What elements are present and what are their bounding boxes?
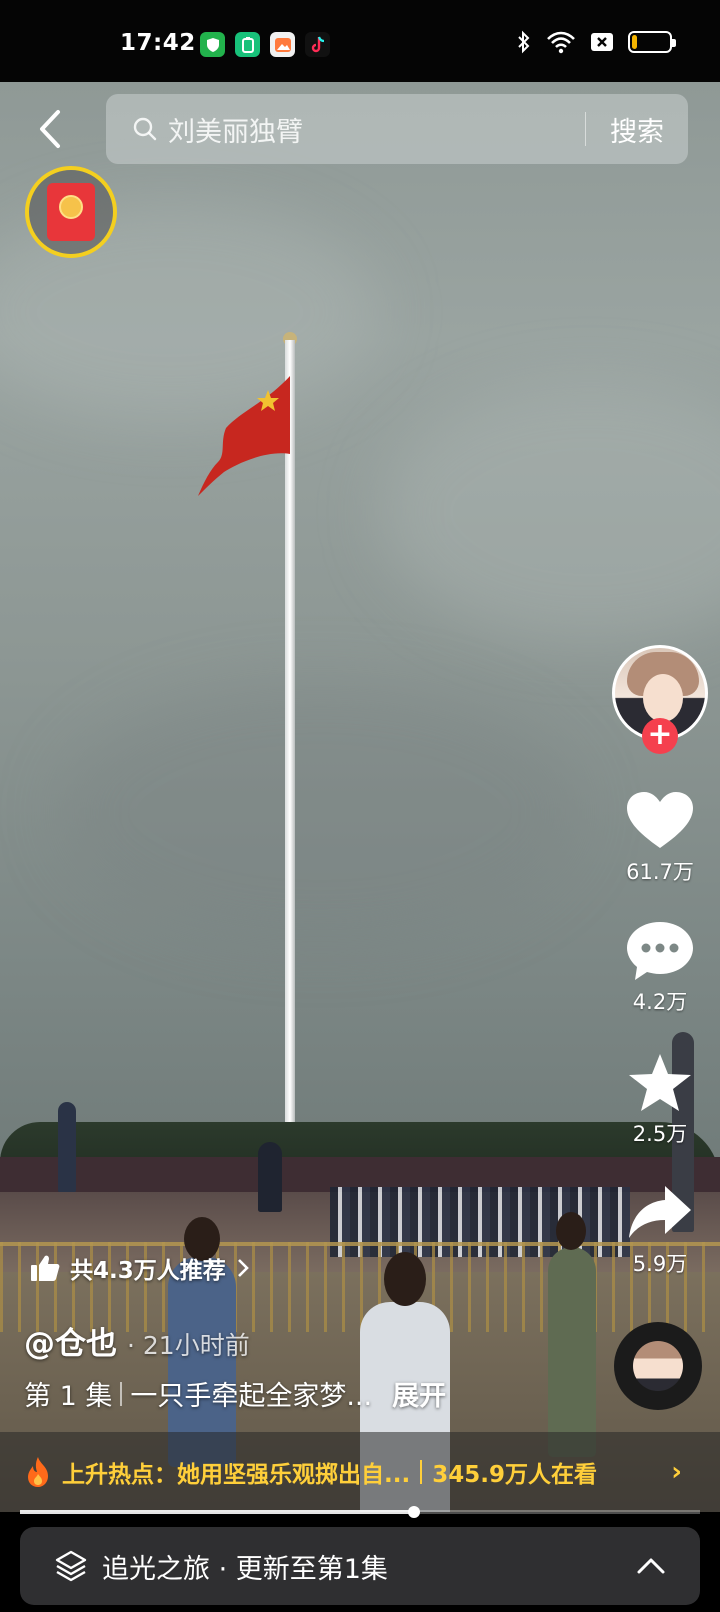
hot-topic-prefix: 上升热点： bbox=[62, 1462, 177, 1488]
series-title: 追光之旅 · 更新至第1集 bbox=[102, 1553, 388, 1585]
status-bar: 17:42 bbox=[0, 0, 720, 82]
description-divider bbox=[120, 1381, 123, 1406]
guard bbox=[258, 1142, 282, 1212]
chevron-up-icon[interactable] bbox=[636, 1556, 666, 1576]
recommend-text: 共4.3万人推荐 bbox=[70, 1258, 226, 1284]
series-bar[interactable]: 追光之旅 · 更新至第1集 bbox=[20, 1527, 700, 1605]
episode-label: 第 1 集 bbox=[24, 1381, 113, 1412]
notification-x-icon bbox=[591, 33, 613, 51]
expand-button[interactable]: 展开 bbox=[392, 1374, 446, 1413]
video-progress-fill bbox=[20, 1510, 415, 1514]
flag bbox=[198, 376, 290, 496]
follow-button[interactable]: + bbox=[642, 718, 678, 754]
coin-icon bbox=[59, 195, 83, 219]
soldier-head bbox=[556, 1212, 586, 1250]
chevron-right-icon bbox=[237, 1259, 249, 1277]
battery-icon bbox=[628, 31, 676, 53]
back-arrow-icon[interactable] bbox=[30, 104, 70, 154]
comment-bubble-icon bbox=[627, 922, 693, 980]
status-time: 17:42 bbox=[120, 30, 196, 56]
gallery-app-icon bbox=[270, 32, 295, 57]
red-packet-button[interactable] bbox=[25, 166, 117, 258]
search-button[interactable]: 搜索 bbox=[586, 110, 688, 149]
favorite-button[interactable]: 2.5万 bbox=[620, 1052, 700, 1148]
video-player[interactable] bbox=[0, 82, 720, 1512]
flame-icon bbox=[28, 1457, 48, 1487]
description-line: 第 1 集 一只手牵起全家梦... 展开 bbox=[24, 1374, 446, 1413]
wifi-icon bbox=[547, 31, 575, 54]
status-app-icons bbox=[200, 32, 330, 57]
vpn-shield-icon bbox=[200, 32, 225, 57]
like-button[interactable]: 61.7万 bbox=[620, 790, 700, 886]
soldier bbox=[548, 1247, 596, 1457]
star-icon bbox=[629, 1054, 691, 1111]
recommend-row[interactable]: 共4.3万人推荐 bbox=[30, 1248, 250, 1288]
video-progress-knob[interactable] bbox=[408, 1506, 421, 1518]
white-shirt-man-head bbox=[384, 1252, 426, 1306]
music-disc-cover bbox=[633, 1341, 683, 1391]
search-icon bbox=[133, 117, 157, 141]
layers-icon bbox=[55, 1550, 87, 1582]
hot-topic-arrow: › bbox=[671, 1457, 682, 1487]
like-count: 61.7万 bbox=[626, 860, 694, 884]
hot-topic-viewers: 345.9万人在看 bbox=[432, 1462, 597, 1488]
status-system-icons bbox=[516, 30, 676, 54]
lamp-post bbox=[58, 1102, 76, 1192]
favorite-count: 2.5万 bbox=[632, 1122, 688, 1146]
share-count: 5.9万 bbox=[632, 1252, 688, 1276]
battery-level bbox=[632, 35, 638, 49]
hot-topic-bar[interactable]: 上升热点： 她用坚强乐观掷出自... 345.9万人在看 › bbox=[0, 1432, 720, 1512]
battery-saver-icon bbox=[235, 32, 260, 57]
author-name[interactable]: @仓也 bbox=[24, 1318, 117, 1363]
search-bar[interactable]: 刘美丽独臂 搜索 bbox=[106, 94, 688, 164]
share-button[interactable]: 5.9万 bbox=[620, 1182, 700, 1278]
search-input[interactable]: 刘美丽独臂 bbox=[168, 110, 585, 149]
hot-topic-title: 她用坚强乐观掷出自... bbox=[177, 1462, 411, 1488]
avatar-face bbox=[643, 674, 683, 722]
share-arrow-icon bbox=[629, 1186, 691, 1238]
cloud bbox=[380, 382, 720, 642]
author-line: @仓也 · 21小时前 bbox=[24, 1318, 250, 1363]
post-time: · 21小时前 bbox=[127, 1331, 250, 1360]
bluetooth-icon bbox=[518, 30, 530, 54]
video-progress-bar[interactable] bbox=[20, 1506, 700, 1518]
cloud bbox=[60, 682, 580, 942]
heart-icon bbox=[627, 792, 693, 848]
comment-count: 4.2万 bbox=[632, 990, 688, 1014]
hot-topic-divider bbox=[420, 1460, 423, 1484]
description-text: 一只手牵起全家梦... bbox=[130, 1381, 373, 1412]
music-disc[interactable] bbox=[614, 1322, 702, 1410]
comment-button[interactable]: 4.2万 bbox=[620, 920, 700, 1016]
red-envelope-icon bbox=[47, 183, 95, 241]
thumbs-up-icon bbox=[31, 1255, 60, 1281]
tiktok-icon bbox=[305, 32, 330, 57]
